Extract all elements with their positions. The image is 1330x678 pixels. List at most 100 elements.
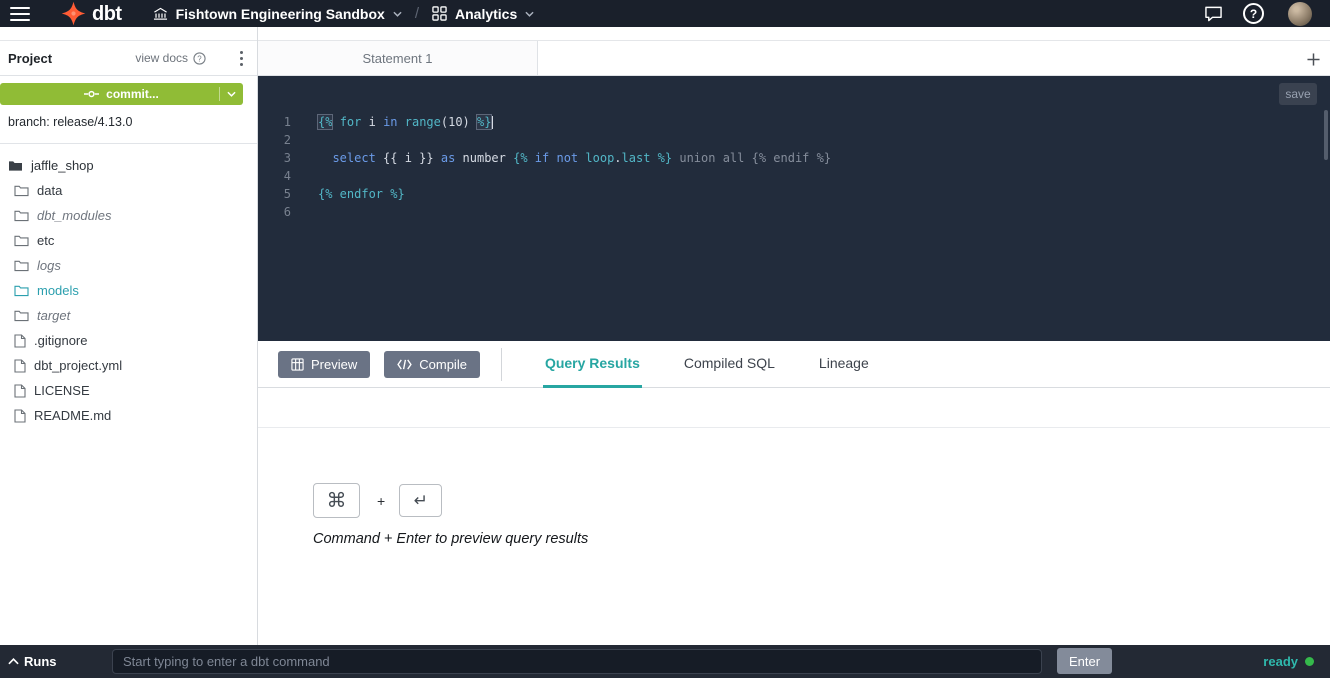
hint-text: Command + Enter to preview query results	[313, 531, 588, 547]
enter-button[interactable]: Enter	[1057, 648, 1112, 674]
sidebar-header: Project view docs ?	[0, 40, 257, 76]
chevron-down-icon	[525, 11, 534, 17]
command-key-icon: ⌘	[313, 483, 360, 518]
view-docs-label: view docs	[135, 51, 188, 65]
folder-icon	[14, 209, 29, 222]
tab-compiled-sql[interactable]: Compiled SQL	[682, 341, 777, 388]
dbt-logo[interactable]: dbt	[60, 0, 122, 27]
grid-icon	[432, 6, 447, 21]
file-icon	[14, 359, 26, 373]
folder-icon	[14, 259, 29, 272]
enter-key-icon: ↵	[399, 484, 442, 517]
toolbar-divider	[501, 348, 502, 381]
code-line[interactable]: 4	[258, 167, 1330, 185]
code-editor[interactable]: save 1 {% for i in range(10) %} 23 select …	[258, 76, 1330, 341]
tree-item-license[interactable]: LICENSE	[0, 378, 257, 403]
folder-icon	[14, 284, 29, 297]
tree-item-logs[interactable]: logs	[0, 253, 257, 278]
tree-item-jaffle-shop[interactable]: jaffle_shop	[0, 153, 257, 178]
runs-toggle[interactable]: Runs	[8, 645, 57, 678]
tree-item-label: README.md	[34, 408, 111, 423]
account-selector[interactable]: Fishtown Engineering Sandbox	[153, 6, 402, 22]
dbt-logo-text: dbt	[92, 4, 122, 24]
branch-label: branch: release/4.13.0	[8, 115, 132, 129]
results-toolbar: Preview Compile Query Results Compiled S…	[258, 341, 1330, 388]
dbt-command-input[interactable]	[112, 649, 1042, 674]
account-name: Fishtown Engineering Sandbox	[176, 6, 385, 22]
tree-item-label: logs	[37, 258, 61, 273]
tree-item-target[interactable]: target	[0, 303, 257, 328]
code-line[interactable]: 1 {% for i in range(10) %}	[258, 113, 1330, 131]
code-line[interactable]: 5{% endfor %}	[258, 185, 1330, 203]
tree-item-dbt-modules[interactable]: dbt_modules	[0, 203, 257, 228]
kebab-menu-icon[interactable]	[238, 49, 245, 68]
help-circle-icon: ?	[193, 52, 206, 65]
code-line[interactable]: 2	[258, 131, 1330, 149]
avatar[interactable]	[1288, 2, 1312, 26]
editor-tab-label: Statement 1	[362, 51, 432, 66]
line-number: 2	[258, 131, 291, 149]
save-button[interactable]: save	[1279, 83, 1317, 105]
tree-item-label: jaffle_shop	[31, 158, 94, 173]
breadcrumb-separator: /	[415, 5, 419, 22]
tree-item-data[interactable]: data	[0, 178, 257, 203]
code-icon	[397, 359, 412, 370]
results-divider	[258, 427, 1330, 428]
project-name: Analytics	[455, 6, 517, 22]
table-icon	[291, 358, 304, 371]
svg-text:?: ?	[197, 54, 202, 63]
file-icon	[14, 334, 26, 348]
code-line[interactable]: 3 select {{ i }} as number {% if not loo…	[258, 149, 1330, 167]
tree-item-dbt-project-yml[interactable]: dbt_project.yml	[0, 353, 257, 378]
status-indicator: ready	[1263, 645, 1314, 678]
new-tab-button[interactable]	[1303, 49, 1323, 69]
tree-item-label: target	[37, 308, 70, 323]
shortcut-hint: ⌘ + ↵ Command + Enter to preview query r…	[313, 483, 588, 547]
hint-plus: +	[377, 493, 385, 509]
line-number: 6	[258, 203, 291, 221]
tree-item-label: .gitignore	[34, 333, 87, 348]
file-icon	[14, 409, 26, 423]
sidebar-divider	[0, 143, 257, 144]
tab-query-results[interactable]: Query Results	[543, 341, 642, 388]
folder-icon	[14, 234, 29, 247]
file-tree: jaffle_shopdata dbt_modulesetc logs models t…	[0, 153, 257, 428]
chevron-down-icon[interactable]	[219, 87, 236, 101]
chat-icon[interactable]	[1204, 5, 1223, 22]
dbt-flame-icon	[60, 0, 87, 27]
code-line[interactable]: 6	[258, 203, 1330, 221]
editor-scrollbar[interactable]	[1324, 110, 1328, 160]
help-icon[interactable]: ?	[1243, 3, 1264, 24]
editor-tab-statement-1[interactable]: Statement 1	[258, 41, 538, 75]
chevron-down-icon	[393, 11, 402, 17]
tree-item-label: etc	[37, 233, 54, 248]
code-text: {% endfor %}	[318, 185, 405, 203]
project-selector[interactable]: Analytics	[432, 6, 534, 22]
tree-item-etc[interactable]: etc	[0, 228, 257, 253]
folder-open-icon	[8, 159, 23, 172]
code-text: {% for i in range(10) %}	[318, 113, 493, 131]
line-number: 1	[258, 113, 291, 131]
git-commit-icon	[84, 89, 99, 99]
tree-item-readme-md[interactable]: README.md	[0, 403, 257, 428]
line-number: 3	[258, 149, 291, 167]
compile-button[interactable]: Compile	[384, 351, 480, 378]
building-icon	[153, 7, 168, 21]
tree-item-models[interactable]: models	[0, 278, 257, 303]
commit-button[interactable]: commit...	[0, 83, 243, 105]
topbar: dbt Fishtown Engineering Sandbox / Analy…	[0, 0, 1330, 27]
hamburger-menu-icon[interactable]	[10, 7, 30, 21]
status-label: ready	[1263, 654, 1298, 669]
folder-icon	[14, 309, 29, 322]
preview-button[interactable]: Preview	[278, 351, 370, 378]
tree-item-label: dbt_modules	[37, 208, 111, 223]
runs-label: Runs	[24, 654, 57, 669]
tree-item-label: data	[37, 183, 62, 198]
file-icon	[14, 384, 26, 398]
sidebar-title: Project	[8, 51, 52, 66]
view-docs-link[interactable]: view docs ?	[135, 51, 206, 65]
preview-button-label: Preview	[311, 357, 357, 372]
editor-tabstrip: Statement 1	[258, 40, 1330, 76]
tree-item--gitignore[interactable]: .gitignore	[0, 328, 257, 353]
tab-lineage[interactable]: Lineage	[817, 341, 871, 388]
